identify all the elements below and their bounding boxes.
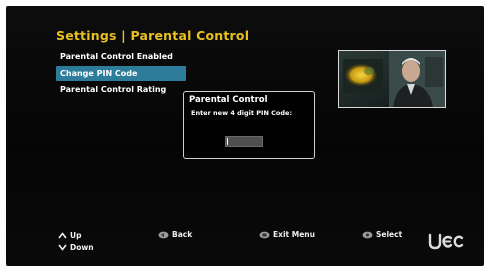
- settings-menu: Parental Control Enabled Change PIN Code…: [56, 49, 186, 99]
- menu-item-change-pin-code[interactable]: Change PIN Code: [56, 65, 186, 81]
- select-label: Select: [376, 230, 403, 239]
- chevron-up-icon: [58, 232, 67, 239]
- remote-key-icon: [158, 231, 169, 239]
- back-label: Back: [172, 230, 193, 239]
- exit-menu-hint[interactable]: Exit Menu: [259, 230, 315, 239]
- brand-logo: [428, 233, 464, 250]
- back-hint[interactable]: Back: [158, 230, 192, 239]
- pin-input[interactable]: [225, 136, 263, 147]
- menu-item-parental-control-enabled[interactable]: Parental Control Enabled: [56, 49, 186, 64]
- page-title: Settings | Parental Control: [56, 28, 250, 43]
- remote-key-icon: [259, 231, 270, 239]
- pin-dialog: Parental Control Enter new 4 digit PIN C…: [183, 91, 315, 159]
- menu-item-parental-control-rating[interactable]: Parental Control Rating: [56, 82, 186, 97]
- remote-key-icon: [362, 231, 373, 239]
- exit-label: Exit Menu: [273, 230, 315, 239]
- up-hint[interactable]: Up: [58, 231, 81, 240]
- text-cursor: [227, 138, 228, 145]
- select-hint[interactable]: Select: [362, 230, 402, 239]
- down-label: Down: [70, 243, 94, 252]
- pin-prompt: Enter new 4 digit PIN Code:: [191, 109, 293, 117]
- live-tv-preview: [338, 50, 446, 108]
- down-hint[interactable]: Down: [58, 243, 94, 252]
- up-label: Up: [70, 231, 82, 240]
- video-thumbnail: [339, 51, 445, 107]
- chevron-down-icon: [58, 244, 67, 251]
- dialog-title: Parental Control: [189, 95, 268, 105]
